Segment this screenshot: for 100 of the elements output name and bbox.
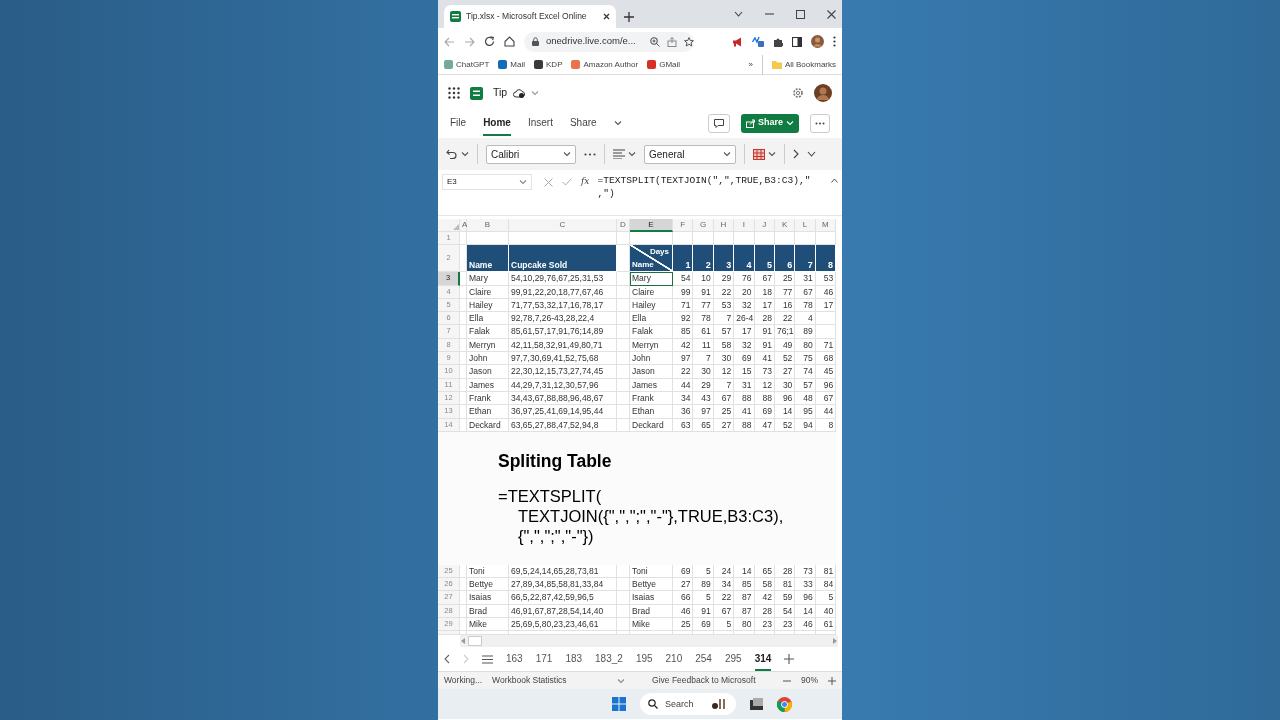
horizontal-scrollbar[interactable]: [460, 635, 838, 648]
name-box[interactable]: E3: [442, 174, 532, 190]
close-icon[interactable]: [827, 9, 836, 19]
sheet-tab[interactable]: 210: [665, 647, 683, 671]
avatar[interactable]: [811, 35, 824, 48]
undo-icon[interactable]: [446, 149, 458, 159]
app-icon[interactable]: [750, 698, 763, 711]
sheet-tab[interactable]: 171: [535, 647, 553, 671]
puzzle-icon[interactable]: [773, 36, 783, 47]
zoom-out-icon[interactable]: [783, 679, 791, 682]
empty-cell[interactable]: [617, 604, 630, 619]
scroll-left-icon[interactable]: [460, 638, 466, 645]
search-box[interactable]: Search: [640, 693, 736, 716]
empty-cell[interactable]: [460, 618, 467, 632]
empty-cell[interactable]: [460, 591, 467, 605]
caret-icon[interactable]: [461, 151, 469, 157]
reload-icon[interactable]: [484, 36, 495, 47]
insert-function-button[interactable]: fx: [581, 175, 590, 189]
number-format-dropdown[interactable]: General: [644, 144, 736, 164]
bookmark-link[interactable]: GMail: [647, 58, 681, 71]
menu-icon[interactable]: [833, 36, 836, 47]
extension-icon[interactable]: [752, 36, 764, 47]
empty-cell[interactable]: [617, 365, 630, 379]
windows-icon[interactable]: [612, 697, 626, 712]
empty-cell[interactable]: [617, 591, 630, 605]
column-header[interactable]: I: [734, 219, 755, 232]
empty-cell[interactable]: [617, 564, 630, 579]
chevron-left-icon[interactable]: [444, 654, 450, 665]
column-header[interactable]: B: [467, 219, 509, 232]
caret-icon[interactable]: [628, 151, 636, 157]
empty-cell[interactable]: [617, 272, 630, 286]
ribbon-tab[interactable]: Home: [483, 110, 511, 136]
sidebar-icon[interactable]: [792, 36, 802, 47]
new-tab-icon[interactable]: [624, 12, 634, 22]
caret-icon[interactable]: [519, 179, 527, 185]
column-header[interactable]: G: [693, 219, 714, 232]
caret-icon[interactable]: [563, 151, 571, 157]
empty-cell[interactable]: [617, 352, 630, 366]
more-icon[interactable]: [584, 152, 596, 156]
megaphone-icon[interactable]: [732, 36, 743, 47]
zoom-level[interactable]: 90%: [801, 674, 818, 688]
empty-cell[interactable]: [460, 391, 467, 406]
zoom-in-icon[interactable]: [828, 676, 836, 685]
empty-cell[interactable]: [617, 338, 630, 353]
avatar[interactable]: [814, 84, 832, 102]
empty-cell[interactable]: [617, 618, 630, 632]
chevron-down-icon[interactable]: [734, 11, 743, 17]
ribbon-tab[interactable]: Insert: [527, 110, 553, 136]
formula-field[interactable]: =TEXTSPLIT(TEXTJOIN(",",TRUE,B3:C3)," ,"): [597, 174, 827, 200]
star-icon[interactable]: [683, 36, 694, 47]
caret-icon[interactable]: [616, 677, 625, 684]
column-header[interactable]: D: [617, 219, 630, 232]
empty-cell[interactable]: [460, 285, 467, 299]
empty-cell[interactable]: [460, 578, 467, 592]
sheet-tab[interactable]: 295: [724, 647, 742, 671]
empty-cell[interactable]: [460, 298, 467, 313]
caret-icon[interactable]: [723, 151, 731, 157]
empty-cell[interactable]: [617, 391, 630, 406]
font-dropdown[interactable]: Calibri: [486, 144, 576, 164]
app-launcher-icon[interactable]: [448, 87, 460, 99]
empty-cell[interactable]: [617, 298, 630, 313]
zoom-icon[interactable]: [649, 36, 660, 47]
scrollbar-thumb[interactable]: [468, 636, 482, 647]
empty-cell[interactable]: [617, 325, 630, 339]
empty-cell[interactable]: [617, 405, 630, 419]
settings-icon[interactable]: [792, 87, 804, 99]
file-name[interactable]: Tip: [493, 85, 508, 101]
check-icon[interactable]: [562, 178, 572, 186]
caret-icon[interactable]: [531, 90, 540, 96]
close-icon[interactable]: [603, 13, 610, 20]
chevron-down-icon[interactable]: [807, 151, 816, 157]
bookmark-folder[interactable]: All Bookmarks: [771, 58, 836, 71]
caret-icon[interactable]: [768, 151, 776, 157]
cancel-icon[interactable]: [544, 177, 553, 187]
chevron-right-icon[interactable]: [793, 149, 799, 159]
home-icon[interactable]: [504, 36, 515, 47]
workbook-statistics-button[interactable]: Workbook Statistics: [492, 674, 567, 688]
column-header[interactable]: L: [795, 219, 816, 232]
more-bookmarks-button[interactable]: »: [748, 58, 753, 71]
bookmark-link[interactable]: ChatGPT: [444, 58, 490, 71]
more-button[interactable]: [810, 113, 830, 133]
empty-cell[interactable]: [460, 312, 467, 326]
sheet-tab[interactable]: 183: [565, 647, 583, 671]
maximize-icon[interactable]: [796, 9, 805, 19]
empty-cell[interactable]: [460, 325, 467, 339]
align-icon[interactable]: [613, 149, 625, 159]
empty-cell[interactable]: [460, 352, 467, 366]
add-sheet-icon[interactable]: [784, 654, 795, 665]
back-icon[interactable]: [444, 36, 455, 47]
scroll-right-icon[interactable]: [832, 638, 838, 645]
select-all-icon[interactable]: [453, 224, 459, 230]
share-icon[interactable]: [666, 36, 677, 47]
empty-cell[interactable]: [617, 378, 630, 392]
empty-cell[interactable]: [617, 578, 630, 592]
ribbon-tab[interactable]: File: [450, 110, 467, 136]
share-button[interactable]: Share: [741, 113, 799, 133]
address-bar[interactable]: onedrive.live.com/e...: [524, 31, 694, 52]
browser-tab[interactable]: Tip.xlsx - Microsoft Excel Online: [444, 5, 616, 28]
column-header[interactable]: C: [509, 219, 617, 232]
table-icon[interactable]: [753, 148, 765, 160]
